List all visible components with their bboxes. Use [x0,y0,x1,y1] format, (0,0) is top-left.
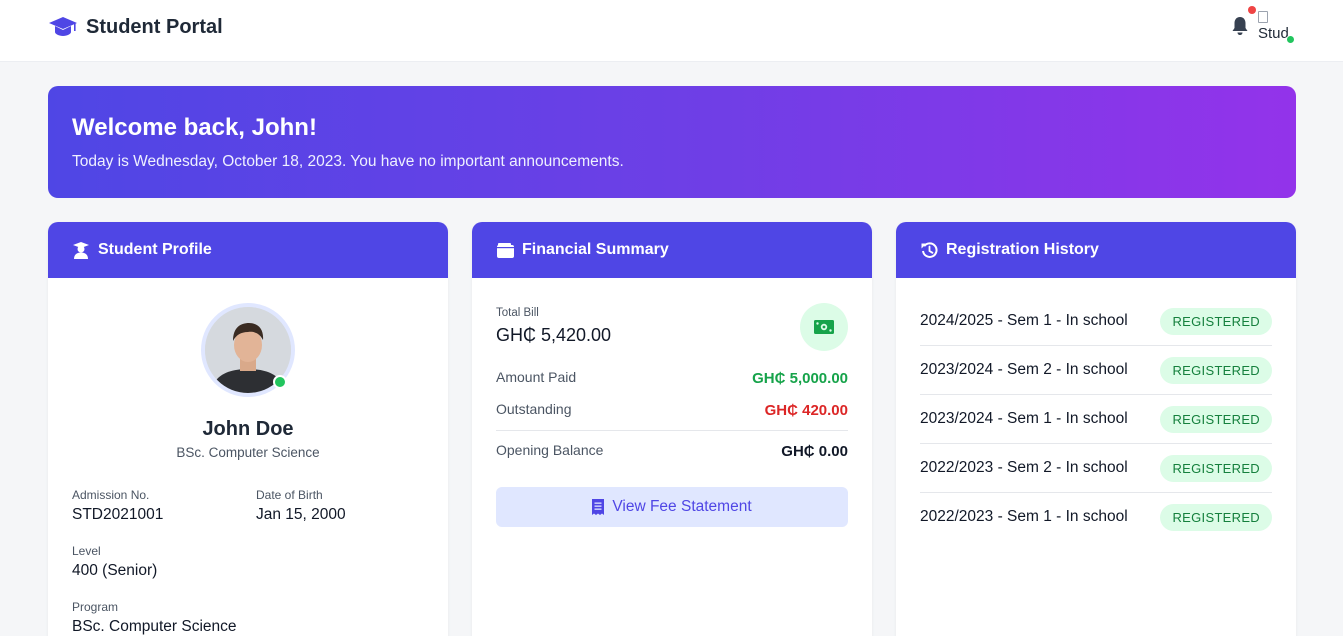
opening-balance-label: Opening Balance [496,442,604,458]
admission-label: Admission No. [72,488,150,502]
registration-row: 2022/2023 - Sem 1 - In school REGISTERED [920,493,1272,542]
card-title: Financial Summary [522,241,669,258]
status-badge: REGISTERED [1160,455,1272,482]
registration-history-card: Registration History 2024/2025 - Sem 1 -… [896,222,1296,636]
outstanding-value: GH₵ 420.00 [764,402,848,419]
status-badge: REGISTERED [1160,504,1272,531]
broken-image-icon [1258,11,1268,23]
semester-label: 2022/2023 - Sem 2 - In school [920,459,1128,476]
status-badge: REGISTERED [1160,406,1272,433]
avatar-alt-text: Stud [1258,25,1289,42]
bell-icon[interactable] [1231,16,1249,36]
card-title: Registration History [946,241,1099,258]
total-bill-label: Total Bill [496,307,539,319]
card-header: Student Profile [48,222,448,278]
notification-dot [1248,6,1256,14]
financial-summary-card: Financial Summary Total Bill GH₵ 5,420.0… [472,222,872,636]
user-graduate-icon [72,241,90,259]
outstanding-label: Outstanding [496,401,572,417]
online-status-dot [1286,35,1295,44]
money-bill-icon [800,303,848,351]
card-title: Student Profile [98,241,212,258]
admission-value: STD2021001 [72,506,164,523]
status-badge: REGISTERED [1160,357,1272,384]
registration-row: 2022/2023 - Sem 2 - In school REGISTERED [920,444,1272,493]
graduation-cap-icon [48,15,78,39]
registration-row: 2023/2024 - Sem 2 - In school REGISTERED [920,346,1272,395]
semester-label: 2023/2024 - Sem 1 - In school [920,410,1128,427]
amount-paid-label: Amount Paid [496,369,577,385]
welcome-message: Today is Wednesday, October 18, 2023. Yo… [72,153,624,170]
student-program: BSc. Computer Science [176,445,320,460]
brand[interactable]: Student Portal [48,14,223,40]
student-profile-card: Student Profile John Doe BSc. Computer S… [48,222,448,636]
dob-value: Jan 15, 2000 [256,506,346,523]
avatar-broken-image: Stud [1258,10,1289,42]
app-title: Student Portal [86,15,223,38]
history-icon [920,241,938,259]
view-fee-statement-button[interactable]: View Fee Statement [496,487,848,527]
semester-label: 2022/2023 - Sem 1 - In school [920,508,1128,525]
student-name: John Doe [202,418,294,440]
receipt-icon [592,499,605,515]
profile-online-dot [273,375,287,389]
registration-row: 2023/2024 - Sem 1 - In school REGISTERED [920,395,1272,444]
status-badge: REGISTERED [1160,308,1272,335]
level-label: Level [72,544,101,558]
opening-balance-value: GH₵ 0.00 [781,443,848,460]
welcome-banner: Welcome back, John! Today is Wednesday, … [48,86,1296,198]
level-value: 400 (Senior) [72,562,158,579]
program-value: BSc. Computer Science [72,618,237,635]
semester-label: 2024/2025 - Sem 1 - In school [920,312,1128,329]
view-fee-statement-label: View Fee Statement [612,498,752,515]
total-bill-value: GH₵ 5,420.00 [496,325,612,345]
semester-label: 2023/2024 - Sem 2 - In school [920,361,1128,378]
dob-label: Date of Birth [256,488,323,502]
card-header: Financial Summary [472,222,872,278]
welcome-heading: Welcome back, John! [72,114,317,141]
program-label: Program [72,600,119,614]
top-navbar: Student Portal Stud [0,0,1343,62]
registration-row: 2024/2025 - Sem 1 - In school REGISTERED [920,297,1272,346]
divider [496,430,848,431]
amount-paid-value: GH₵ 5,000.00 [752,370,848,387]
card-header: Registration History [896,222,1296,278]
wallet-icon [496,241,514,259]
